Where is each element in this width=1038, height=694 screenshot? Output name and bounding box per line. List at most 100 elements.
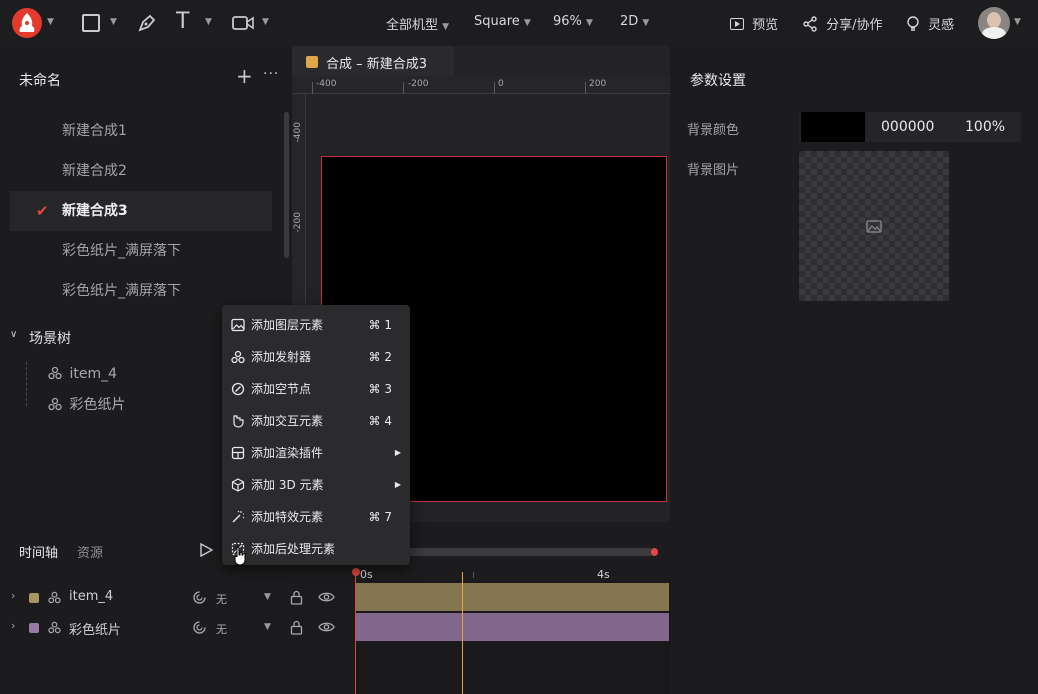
rectangle-tool-icon[interactable] [82,14,100,32]
track-mode[interactable]: 无 [216,621,227,637]
menu-item-add-effect[interactable]: 添加特效元素 ⌘ 7 [222,501,410,533]
preview-icon [730,18,744,30]
scene-tree-chevron-icon[interactable]: ∨ [10,329,17,340]
composition-color-swatch [306,56,318,68]
composition-item[interactable]: 新建合成2 [10,151,272,191]
menu-item-add-render-plugin[interactable]: 添加渲染插件 ▶ [222,437,410,469]
visibility-eye-icon[interactable] [318,591,335,603]
plugin-icon [231,446,245,460]
composition-item[interactable]: 新建合成1 [10,111,272,151]
ruler-label: -200 [293,212,303,233]
add-composition-icon[interactable]: + [236,66,253,86]
image-icon [231,318,245,332]
share-button[interactable]: 分享/协作 [802,14,883,33]
composition-scrollbar[interactable] [284,112,289,258]
track-color-swatch [29,623,39,633]
text-chevron-down-icon[interactable]: ▼ [205,17,212,27]
track-row[interactable]: › item_4 无 ▼ [0,583,355,613]
track-expand-chevron-icon[interactable]: › [11,619,15,632]
menu-item-add-emitter[interactable]: 添加发射器 ⌘ 2 [222,341,410,373]
track-mode-chevron-down-icon[interactable]: ▼ [264,592,271,602]
emitter-icon [48,621,61,634]
scene-tree-title: 场景树 [29,331,71,347]
magic-wand-icon [231,510,245,524]
bg-color-opacity[interactable]: 100% [965,119,1005,135]
menu-item-add-3d[interactable]: 添加 3D 元素 ▶ [222,469,410,501]
ruler-label: 0 [498,79,504,89]
track-name: item_4 [69,589,114,604]
bg-image-upload[interactable] [799,151,949,301]
track-clip-bar[interactable] [356,583,669,611]
track-mode[interactable]: 无 [216,591,227,607]
inspire-button[interactable]: 灵感 [906,14,954,33]
checkmark-icon: ✔ [36,202,49,220]
lightbulb-icon [906,16,920,32]
ruler-tick [403,82,404,94]
submenu-arrow-icon: ▶ [394,448,401,457]
track-color-swatch [29,593,39,603]
top-toolbar: ▼ ▼ T ▼ ▼ 全部机型 ▼ Square ▼ 96% ▼ 2D ▼ 预览 … [0,0,1038,46]
playhead-handle[interactable] [352,568,360,576]
composition-item-active[interactable]: ✔ 新建合成3 [10,191,272,231]
avatar-chevron-down-icon[interactable]: ▼ [1014,17,1021,27]
bg-image-label: 背景图片 [687,163,740,178]
video-chevron-down-icon[interactable]: ▼ [262,17,269,27]
submenu-arrow-icon: ▶ [394,480,401,489]
bg-color-field[interactable]: 000000 100% [799,112,1021,142]
preview-button[interactable]: 预览 [730,14,778,33]
emitter-icon [48,591,61,604]
rect-chevron-down-icon[interactable]: ▼ [110,17,117,27]
timeline-scroll-handle[interactable] [651,548,658,556]
shape-select[interactable]: Square ▼ [474,14,531,29]
play-icon[interactable] [200,543,213,557]
track-clip-bar[interactable] [356,613,669,641]
bg-color-hex[interactable]: 000000 [881,119,934,135]
ruler-tick [494,82,495,94]
video-tool-icon[interactable] [232,14,254,32]
composition-tab-title: 合成 – 新建合成3 [326,57,428,72]
menu-item-add-null-node[interactable]: 添加空节点 ⌘ 3 [222,373,410,405]
lock-icon[interactable] [290,620,303,635]
image-placeholder-icon [866,220,882,233]
emitter-icon [48,397,62,411]
tree-item[interactable]: 彩色纸片 [48,394,125,414]
more-options-icon[interactable]: ··· [263,66,279,82]
composition-item[interactable]: 彩色纸片_满屏落下 [10,231,272,271]
app-logo[interactable] [12,8,42,38]
loop-icon[interactable] [192,590,207,605]
tab-assets[interactable]: 资源 [77,542,103,561]
time-cursor-line [462,572,463,694]
track-mode-chevron-down-icon[interactable]: ▼ [264,622,271,632]
loop-icon[interactable] [192,620,207,635]
menu-item-add-interact[interactable]: 添加交互元素 ⌘ 4 [222,405,410,437]
playhead-line [355,570,356,694]
tree-guide-line [26,362,27,406]
visibility-eye-icon[interactable] [318,621,335,633]
tab-timeline[interactable]: 时间轴 [19,542,58,561]
track-expand-chevron-icon[interactable]: › [11,589,15,602]
pen-tool-icon[interactable] [137,13,157,33]
bg-color-swatch[interactable] [801,112,865,142]
lock-icon[interactable] [290,590,303,605]
menu-item-add-layer[interactable]: 添加图层元素 ⌘ 1 [222,309,410,341]
mode-select[interactable]: 2D ▼ [620,14,649,29]
cube-icon [231,478,245,492]
bg-color-label: 背景颜色 [687,123,740,138]
tree-item[interactable]: item_4 [48,366,117,382]
project-title: 未命名 [19,73,61,89]
composition-tab[interactable]: 合成 – 新建合成3 [292,46,454,76]
ruler-label: 200 [589,79,607,89]
zoom-select[interactable]: 96% ▼ [553,14,593,29]
share-icon [802,16,818,32]
menu-item-add-post-process[interactable]: 添加后处理元素 [222,533,410,565]
track-name: 彩色纸片 [69,623,122,638]
track-row[interactable]: › 彩色纸片 无 ▼ [0,613,355,643]
horizontal-ruler: -400 -200 0 200 [292,76,670,94]
avatar[interactable] [978,7,1010,39]
ruler-label: -400 [293,122,303,143]
text-tool-icon[interactable]: T [176,10,189,34]
device-select[interactable]: 全部机型 ▼ [386,14,449,33]
params-title: 参数设置 [690,73,746,89]
time-tick [473,572,474,578]
logo-chevron-down-icon[interactable]: ▼ [47,17,54,27]
